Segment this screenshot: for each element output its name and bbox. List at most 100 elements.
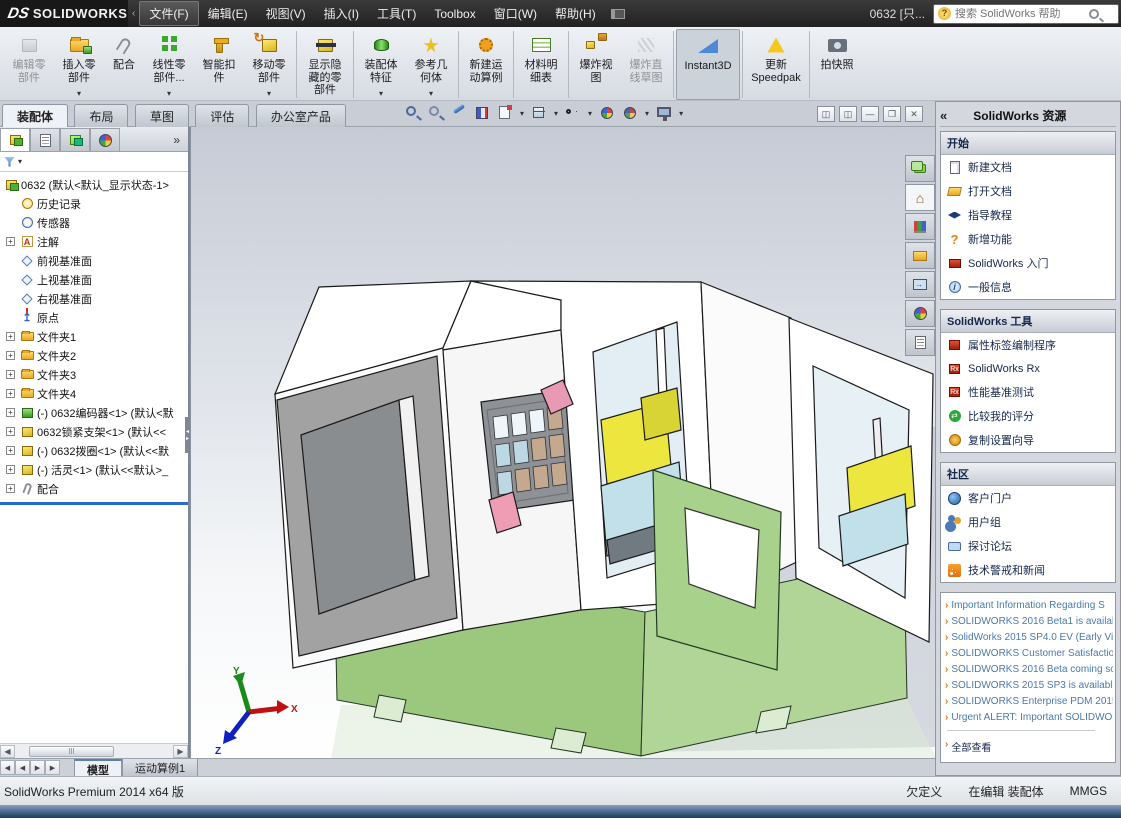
previous-view-icon[interactable] [451,103,467,121]
scroll-right-icon[interactable]: ▶ [173,744,188,758]
configurationmanager-tab[interactable] [60,128,90,151]
prev-tab-icon[interactable]: ◀ [15,760,30,775]
whats-new-link[interactable]: ? 新增功能 [941,227,1115,251]
assembly-features-button[interactable]: 装配体 特征 ▾ [356,29,406,100]
dropdown-arrow-icon[interactable]: ▾ [18,157,22,166]
discussion-forum-link[interactable]: 探讨论坛 [941,534,1115,558]
customer-portal-link[interactable]: 客户门户 [941,486,1115,510]
next-tab-icon[interactable]: ▶ [30,760,45,775]
first-tab-icon[interactable]: ◀ [0,760,15,775]
menu-view[interactable]: 视图(V) [257,2,315,25]
menu-window[interactable]: 窗口(W) [485,2,546,25]
tab-office-products[interactable]: 办公室产品 [255,104,346,128]
update-speedpak-button[interactable]: 更新 Speedpak [745,29,807,100]
news-item[interactable]: › SOLIDWORKS Customer Satisfactio [945,645,1113,661]
view-all-link[interactable]: › 全部查看 [945,736,1113,756]
collapse-pane-right-button[interactable]: ◫ [839,106,857,122]
news-item[interactable]: › SOLIDWORKS 2016 Beta1 is availab [945,613,1113,629]
tab-sketch[interactable]: 草图 [134,104,189,128]
menu-help[interactable]: 帮助(H) [546,2,605,25]
tree-item-folder3[interactable]: + 文件夹3 [0,365,188,384]
dropdown-arrow-icon[interactable]: ▾ [554,109,558,118]
copy-settings-wizard-link[interactable]: 复制设置向导 [941,428,1115,452]
expand-icon[interactable]: + [6,351,15,360]
new-document-link[interactable]: 新建文档 [941,155,1115,179]
menu-edit[interactable]: 编辑(E) [199,2,257,25]
expand-icon[interactable]: + [6,446,15,455]
expand-icon[interactable]: + [6,332,15,341]
graphics-viewport[interactable]: Y X Z ⌂ [190,127,935,758]
news-item[interactable]: › SolidWorks 2015 SP4.0 EV (Early Visi [945,629,1113,645]
search-icon[interactable] [1089,8,1099,19]
file-explorer-tab[interactable] [905,242,935,269]
forum-tab[interactable] [905,155,935,182]
menu-overflow-icon[interactable]: ‹ [128,8,139,19]
units-label[interactable]: MMGS [1070,784,1107,798]
help-search-box[interactable]: ? [933,3,1119,24]
tree-item-right-plane[interactable]: 右视基准面 [0,289,188,308]
compare-score-link[interactable]: ⇄ 比较我的评分 [941,404,1115,428]
dropdown-arrow-icon[interactable]: ▾ [679,109,683,118]
user-groups-link[interactable]: 用户组 [941,510,1115,534]
zoom-area-icon[interactable] [428,105,444,121]
performance-benchmark-link[interactable]: Rx 性能基准测试 [941,380,1115,404]
menu-insert[interactable]: 插入(I) [315,2,368,25]
expand-icon[interactable]: + [6,237,15,246]
show-hidden-components-button[interactable]: 显示隐 藏的零 部件 [299,29,351,100]
dropdown-arrow-icon[interactable]: ▾ [167,89,171,100]
displaymanager-tab[interactable] [90,128,120,151]
menu-toolbox[interactable]: Toolbox [425,4,484,24]
expand-icon[interactable]: + [6,484,15,493]
view-settings-icon[interactable] [656,105,672,121]
design-library-tab[interactable] [905,213,935,240]
restore-button[interactable]: ❐ [883,106,901,122]
news-item[interactable]: › Important Information Regarding S [945,597,1113,613]
news-item[interactable]: › SOLIDWORKS Enterprise PDM 2015 [945,693,1113,709]
collapse-pane-left-button[interactable]: ◫ [817,106,835,122]
mate-button[interactable]: 配合 [104,29,144,100]
linear-pattern-button[interactable]: 线性零 部件... ▾ [144,29,194,100]
menu-file[interactable]: 文件(F) [139,1,199,26]
featuremanager-tree-tab[interactable] [0,128,30,151]
take-snapshot-button[interactable]: 拍快照 [812,29,862,100]
panel-overflow-chevron[interactable]: » [173,133,188,151]
expand-icon[interactable]: + [6,389,15,398]
edit-appearance-icon[interactable] [599,105,615,121]
tutorials-link[interactable]: 指导教程 [941,203,1115,227]
dropdown-arrow-icon[interactable]: ▾ [267,89,271,100]
tree-item-front-plane[interactable]: 前视基准面 [0,251,188,270]
view-orientation-icon[interactable] [497,105,513,121]
tree-item-top-plane[interactable]: 上视基准面 [0,270,188,289]
dropdown-arrow-icon[interactable]: ▾ [379,89,383,100]
hide-show-items-icon[interactable] [565,105,581,121]
menu-tools[interactable]: 工具(T) [368,2,425,25]
tree-item-encoder-part[interactable]: + (-) 0632编码器<1> (默认<默 [0,403,188,422]
general-info-link[interactable]: i 一般信息 [941,275,1115,299]
dropdown-arrow-icon[interactable]: ▾ [588,109,592,118]
dropdown-arrow-icon[interactable]: ▾ [520,109,524,118]
reference-geometry-button[interactable]: 参考几 何体 ▾ [406,29,456,100]
pin-menubar-icon[interactable] [610,8,625,19]
tree-item-history[interactable]: 历史记录 [0,194,188,213]
tree-item-sensors[interactable]: 传感器 [0,213,188,232]
minimize-button[interactable]: — [861,106,879,122]
appearances-tab[interactable] [905,300,935,327]
propertymanager-tab[interactable] [30,128,60,151]
expand-icon[interactable]: + [6,465,15,474]
news-item[interactable]: › Urgent ALERT: Important SOLIDWO [945,709,1113,725]
tree-item-swivel-part[interactable]: + (-) 活灵<1> (默认<<默认>_ [0,460,188,479]
section-view-icon[interactable] [474,105,490,121]
tree-item-folder2[interactable]: + 文件夹2 [0,346,188,365]
dropdown-arrow-icon[interactable]: ▾ [429,89,433,100]
insert-component-button[interactable]: 插入零 部件 ▾ [54,29,104,100]
getting-started-link[interactable]: SolidWorks 入门 [941,251,1115,275]
zoom-fit-icon[interactable] [405,105,421,121]
filter-funnel-icon[interactable] [4,156,15,167]
exploded-view-button[interactable]: 爆炸视 图 [571,29,621,100]
tree-filter-row[interactable]: ▾ [0,152,188,172]
scroll-left-icon[interactable]: ◀ [0,744,15,758]
solidworks-rx-link[interactable]: Rx SolidWorks Rx [941,357,1115,380]
smart-fasteners-button[interactable]: 智能扣 件 [194,29,244,100]
property-tab-builder-link[interactable]: 属性标签编制程序 [941,333,1115,357]
bill-of-materials-button[interactable]: 材料明 细表 [516,29,566,100]
